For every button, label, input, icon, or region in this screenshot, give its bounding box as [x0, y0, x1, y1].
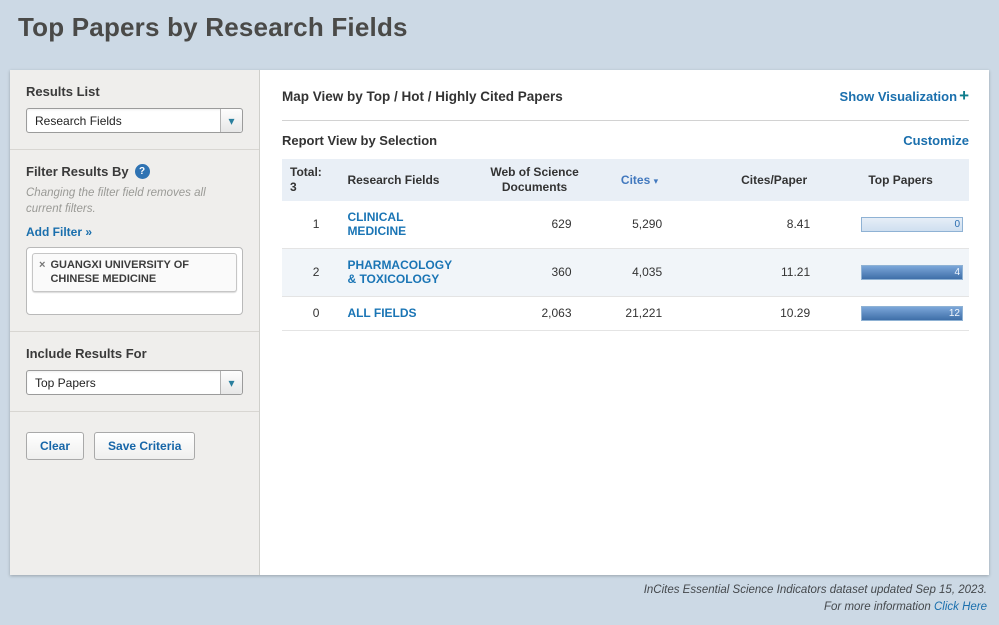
report-view-header: Report View by Selection Customize: [282, 121, 969, 159]
main-panel: Results List Research Fields ▾ Filter Re…: [10, 70, 989, 575]
bar-fill: [862, 266, 962, 279]
top-papers-bar: 12: [861, 306, 963, 321]
results-list-value: Research Fields: [35, 114, 122, 128]
row-rank: 0: [282, 296, 339, 330]
include-results-dropdown[interactable]: Top Papers ▾: [26, 370, 243, 395]
show-visualization-label: Show Visualization: [840, 89, 958, 104]
research-field-link[interactable]: CLINICAL MEDICINE: [347, 210, 459, 239]
sidebar-buttons: Clear Save Criteria: [26, 426, 243, 460]
column-header-cites-per-paper: Cites/Paper: [684, 159, 832, 201]
total-header: Total: 3: [282, 159, 339, 201]
cites-per-paper-value: 8.41: [684, 201, 832, 248]
dataset-footer: InCites Essential Science Indicators dat…: [644, 582, 987, 617]
column-header-top-papers: Top Papers: [832, 159, 969, 201]
map-view-header: Map View by Top / Hot / Highly Cited Pap…: [282, 86, 969, 121]
customize-link[interactable]: Customize: [903, 133, 969, 148]
research-field-link[interactable]: ALL FIELDS: [347, 306, 416, 320]
table-row: 0 ALL FIELDS 2,063 21,221 10.29 12: [282, 296, 969, 330]
add-filter-link[interactable]: Add Filter »: [26, 225, 92, 239]
results-list-dropdown[interactable]: Research Fields ▾: [26, 108, 243, 133]
top-papers-value: 12: [949, 307, 960, 321]
clear-button[interactable]: Clear: [26, 432, 84, 460]
cites-per-paper-value: 10.29: [684, 296, 832, 330]
cites-value: 5,290: [594, 201, 685, 248]
page-title: Top Papers by Research Fields: [0, 0, 999, 43]
cites-value: 4,035: [594, 248, 685, 296]
research-field-link[interactable]: PHARMACOLOGY & TOXICOLOGY: [347, 258, 459, 287]
filter-section: Filter Results By ? Changing the filter …: [10, 150, 259, 332]
click-here-link[interactable]: Click Here: [934, 601, 987, 613]
sidebar: Results List Research Fields ▾ Filter Re…: [10, 70, 260, 575]
cites-per-paper-value: 11.21: [684, 248, 832, 296]
results-table: Total: 3 Research Fields Web of Science …: [282, 159, 969, 331]
filter-by-header: Filter Results By ?: [26, 164, 243, 179]
results-list-label: Results List: [26, 84, 243, 99]
more-info-label: For more information: [824, 601, 931, 613]
column-header-cites[interactable]: Cites ▾: [594, 159, 685, 201]
sidebar-actions-section: Clear Save Criteria: [10, 412, 259, 575]
map-view-title: Map View by Top / Hot / Highly Cited Pap…: [282, 89, 563, 104]
more-info-note: For more information Click Here: [644, 599, 987, 616]
row-rank: 1: [282, 201, 339, 248]
save-criteria-button[interactable]: Save Criteria: [94, 432, 195, 460]
show-visualization-link[interactable]: Show Visualization+: [840, 86, 969, 106]
filter-note: Changing the filter field removes all cu…: [26, 186, 243, 217]
dataset-update-note: InCites Essential Science Indicators dat…: [644, 582, 987, 599]
include-results-value: Top Papers: [35, 376, 96, 390]
wos-documents-value: 360: [476, 248, 594, 296]
bar-fill: [862, 307, 962, 320]
chevron-down-icon: ▾: [220, 371, 242, 394]
filter-tag[interactable]: × GUANGXI UNIVERSITY OF CHINESE MEDICINE: [32, 253, 237, 292]
filter-by-label: Filter Results By: [26, 164, 129, 179]
include-results-section: Include Results For Top Papers ▾: [10, 332, 259, 412]
filter-tag-label: GUANGXI UNIVERSITY OF CHINESE MEDICINE: [50, 258, 230, 287]
content-area: Map View by Top / Hot / Highly Cited Pap…: [260, 70, 989, 575]
table-header-row: Total: 3 Research Fields Web of Science …: [282, 159, 969, 201]
report-view-title: Report View by Selection: [282, 133, 437, 148]
total-label: Total:: [290, 165, 331, 180]
results-list-section: Results List Research Fields ▾: [10, 70, 259, 150]
column-header-research-fields: Research Fields: [339, 159, 475, 201]
total-value: 3: [290, 180, 331, 195]
include-results-label: Include Results For: [26, 346, 243, 361]
wos-documents-value: 629: [476, 201, 594, 248]
row-rank: 2: [282, 248, 339, 296]
top-papers-bar: 0: [861, 217, 963, 232]
top-papers-value: 0: [954, 218, 960, 232]
table-row: 1 CLINICAL MEDICINE 629 5,290 8.41 0: [282, 201, 969, 248]
caret-down-icon: ▾: [654, 176, 659, 186]
table-row: 2 PHARMACOLOGY & TOXICOLOGY 360 4,035 11…: [282, 248, 969, 296]
cites-header-label: Cites: [621, 173, 650, 187]
remove-filter-icon[interactable]: ×: [39, 258, 45, 272]
top-papers-bar: 4: [861, 265, 963, 280]
column-header-wos-documents: Web of Science Documents: [476, 159, 594, 201]
top-papers-value: 4: [954, 266, 960, 280]
filter-box: × GUANGXI UNIVERSITY OF CHINESE MEDICINE: [26, 247, 243, 315]
plus-icon: +: [959, 86, 969, 105]
wos-documents-value: 2,063: [476, 296, 594, 330]
help-icon[interactable]: ?: [135, 164, 150, 179]
cites-value: 21,221: [594, 296, 685, 330]
chevron-down-icon: ▾: [220, 109, 242, 132]
